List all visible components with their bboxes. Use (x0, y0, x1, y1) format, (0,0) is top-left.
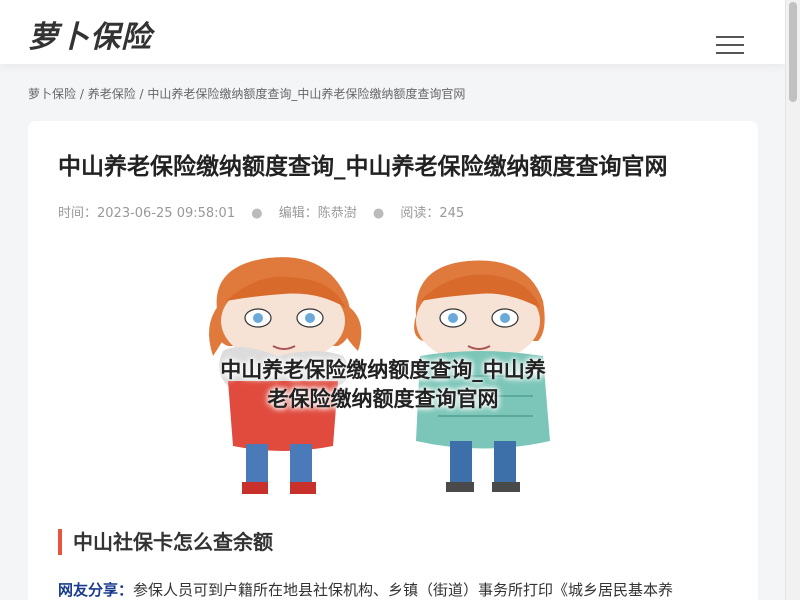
article-card: 中山养老保险缴纳额度查询_中山养老保险缴纳额度查询官网 时间：2023-06-2… (28, 121, 758, 600)
meta-dot: ● (372, 206, 385, 221)
menu-icon[interactable] (716, 36, 746, 56)
breadcrumb: 萝卜保险 / 养老保险 / 中山养老保险缴纳额度查询_中山养老保险缴纳额度查询官… (28, 85, 465, 102)
article-meta: 时间：2023-06-25 09:58:01 ● 编辑：陈恭澍 ● 阅读：245 (58, 202, 464, 221)
share-text: 参保人员可到户籍所在地县社保机构、乡镇（街道）事务所打印《城乡居民基本养 (133, 581, 674, 599)
share-paragraph: 网友分享：参保人员可到户籍所在地县社保机构、乡镇（街道）事务所打印《城乡居民基本… (58, 579, 728, 600)
share-label: 网友分享： (58, 581, 134, 599)
breadcrumb-item-home[interactable]: 萝卜保险 (28, 87, 76, 101)
section-heading: 中山社保卡怎么查余额 (58, 529, 273, 555)
time-value: 2023-06-25 09:58:01 (97, 206, 236, 221)
image-overlay-line: 中山养老保险缴纳额度查询_中山养 (220, 358, 546, 382)
page-scrollbar[interactable] (785, 0, 800, 600)
image-overlay-title: 中山养老保险缴纳额度查询_中山养 老保险缴纳额度查询官网 (198, 356, 568, 414)
breadcrumb-separator: / (135, 87, 148, 101)
site-header: 萝卜保险 (0, 0, 785, 64)
editor-label: 编辑： (278, 206, 318, 221)
breadcrumb-item-current: 中山养老保险缴纳额度查询_中山养老保险缴纳额度查询官网 (147, 87, 466, 101)
image-overlay-line: 老保险缴纳额度查询官网 (267, 387, 499, 411)
site-logo[interactable]: 萝卜保险 (28, 12, 152, 56)
meta-dot: ● (251, 206, 263, 221)
views-label: 阅读： (400, 206, 440, 221)
scrollbar-thumb[interactable] (789, 2, 797, 102)
breadcrumb-separator: / (76, 87, 88, 101)
breadcrumb-item-category[interactable]: 养老保险 (88, 87, 136, 101)
time-label: 时间： (58, 206, 98, 221)
menu-icon-bar (716, 52, 744, 54)
editor-value: 陈恭澍 (317, 206, 357, 221)
views-value: 245 (439, 206, 465, 221)
article-title: 中山养老保险缴纳额度查询_中山养老保险缴纳额度查询官网 (58, 154, 668, 180)
menu-icon-bar (716, 44, 744, 46)
menu-icon-bar (716, 36, 744, 38)
